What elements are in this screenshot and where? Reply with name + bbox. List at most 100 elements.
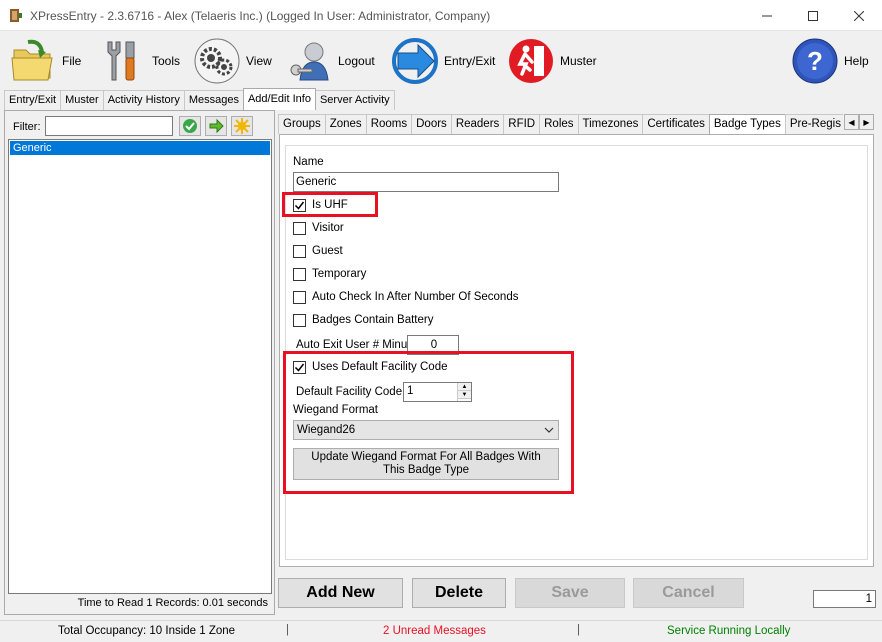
tab-badge-types[interactable]: Badge Types	[708, 114, 786, 134]
emergency-exit-icon	[509, 39, 553, 83]
file-button[interactable]: File	[8, 35, 81, 87]
sub-tab-strip: Groups Zones Rooms Doors Readers RFID Ro…	[278, 114, 843, 134]
is-uhf-checkbox[interactable]: Is UHF	[293, 197, 348, 213]
go-filter-button[interactable]	[205, 116, 227, 136]
tools-button[interactable]: Tools	[98, 35, 180, 87]
checkbox-box[interactable]	[293, 360, 306, 374]
list-item[interactable]: Generic	[10, 141, 270, 155]
tab-pre-registration[interactable]: Pre-Regis	[784, 114, 843, 134]
wiegand-label: Wiegand Format	[293, 404, 379, 416]
auto-check-in-checkbox[interactable]: Auto Check In After Number Of Seconds	[293, 289, 518, 305]
filter-input[interactable]	[45, 116, 173, 136]
uses-default-fc-checkbox[interactable]: Uses Default Facility Code	[293, 359, 448, 375]
tab-activity-history[interactable]: Activity History	[102, 90, 185, 110]
battery-label: Badges Contain Battery	[312, 314, 434, 326]
is-uhf-label: Is UHF	[312, 199, 348, 211]
add-new-button[interactable]: Add New	[278, 578, 403, 608]
main-tab-strip: Entry/Exit Muster Activity History Messa…	[4, 88, 395, 110]
guest-checkbox[interactable]: Guest	[293, 243, 343, 259]
muster-label: Muster	[560, 54, 597, 68]
delete-label: Delete	[434, 584, 484, 601]
window-title: XPressEntry - 2.3.6716 - Alex (Telaeris …	[30, 9, 491, 23]
maximize-icon	[808, 10, 818, 21]
battery-checkbox[interactable]: Badges Contain Battery	[293, 312, 433, 328]
tab-timezones[interactable]: Timezones	[577, 114, 644, 134]
auto-check-in-label: Auto Check In After Number Of Seconds	[312, 291, 519, 303]
tab-rooms[interactable]: Rooms	[365, 114, 413, 134]
checkbox-box[interactable]	[293, 313, 306, 327]
guest-label: Guest	[312, 245, 343, 257]
records-status: Time to Read 1 Records: 0.01 seconds	[77, 597, 268, 609]
wiegand-value: Wiegand26	[297, 424, 356, 436]
tab-doors[interactable]: Doors	[411, 114, 452, 134]
filter-label: Filter:	[13, 121, 41, 133]
tab-messages[interactable]: Messages	[183, 90, 244, 110]
maximize-button[interactable]	[790, 0, 836, 31]
save-button[interactable]: Save	[515, 578, 625, 608]
gears-icon	[194, 38, 240, 84]
tab-scroll-left-button[interactable]: ◀	[844, 114, 859, 130]
unread-messages-status[interactable]: 2 Unread Messages	[383, 625, 486, 637]
svg-text:?: ?	[807, 46, 823, 76]
auto-exit-field[interactable]	[407, 335, 459, 355]
visitor-checkbox[interactable]: Visitor	[293, 220, 344, 236]
tab-add-edit-info[interactable]: Add/Edit Info	[242, 88, 316, 110]
temporary-checkbox[interactable]: Temporary	[293, 266, 366, 282]
uses-default-fc-label: Uses Default Facility Code	[312, 361, 448, 373]
check-icon	[294, 201, 305, 210]
status-separator: |	[577, 624, 580, 636]
add-new-label: Add New	[306, 584, 375, 601]
chevron-down-icon	[544, 427, 554, 433]
auto-exit-label: Auto Exit User # Minutes	[296, 339, 423, 351]
tab-roles[interactable]: Roles	[539, 114, 579, 134]
save-label: Save	[551, 584, 589, 601]
logout-button[interactable]: Logout	[284, 35, 375, 87]
cancel-button[interactable]: Cancel	[633, 578, 744, 608]
checkbox-box[interactable]	[293, 290, 306, 304]
view-button[interactable]: View	[192, 35, 272, 87]
app-icon	[10, 9, 22, 22]
update-wiegand-button[interactable]: Update Wiegand Format For All Badges Wit…	[293, 448, 559, 480]
muster-button[interactable]: Muster	[506, 35, 597, 87]
user-key-icon	[290, 42, 329, 81]
badge-type-list[interactable]: Generic	[8, 139, 272, 594]
checkbox-box[interactable]	[293, 221, 306, 235]
spin-down-button[interactable]: ▼	[458, 391, 471, 399]
wiegand-format-select[interactable]: Wiegand26	[293, 420, 559, 440]
tab-certificates[interactable]: Certificates	[642, 114, 710, 134]
entry-exit-button[interactable]: Entry/Exit	[390, 35, 495, 87]
delete-button[interactable]: Delete	[412, 578, 506, 608]
checkbox-box[interactable]	[293, 267, 306, 281]
help-button[interactable]: ? Help	[790, 35, 869, 87]
tab-scroll-right-button[interactable]: ▶	[859, 114, 874, 130]
clear-filter-button[interactable]	[231, 116, 253, 136]
cancel-label: Cancel	[662, 584, 715, 601]
minimize-icon	[762, 15, 772, 16]
checkbox-box[interactable]	[293, 198, 306, 212]
minimize-button[interactable]	[744, 0, 790, 31]
default-fc-label: Default Facility Code	[296, 386, 403, 398]
tab-zones[interactable]: Zones	[324, 114, 367, 134]
name-field[interactable]	[293, 172, 559, 192]
help-icon: ?	[792, 38, 838, 84]
arrow-right-icon	[209, 118, 224, 134]
page-number-field[interactable]: 1	[813, 590, 876, 608]
spin-up-button[interactable]: ▲	[458, 383, 471, 391]
tab-readers[interactable]: Readers	[450, 114, 505, 134]
close-button[interactable]	[836, 0, 882, 31]
default-fc-spinner[interactable]: 1 ▲ ▼	[403, 382, 472, 402]
checkbox-box[interactable]	[293, 244, 306, 258]
tab-entry-exit[interactable]: Entry/Exit	[4, 90, 62, 110]
status-separator: |	[286, 624, 289, 636]
visitor-label: Visitor	[312, 222, 344, 234]
tab-rfid[interactable]: RFID	[503, 114, 541, 134]
default-fc-value: 1	[407, 385, 414, 397]
tab-muster[interactable]: Muster	[60, 90, 104, 110]
triangle-down-icon: ▼	[461, 391, 468, 398]
name-label: Name	[293, 156, 324, 168]
spinner-buttons: ▲ ▼	[457, 383, 471, 401]
tab-groups[interactable]: Groups	[278, 114, 326, 134]
apply-filter-button[interactable]	[179, 116, 201, 136]
tab-server-activity[interactable]: Server Activity	[314, 90, 395, 110]
entry-exit-label: Entry/Exit	[444, 54, 496, 68]
